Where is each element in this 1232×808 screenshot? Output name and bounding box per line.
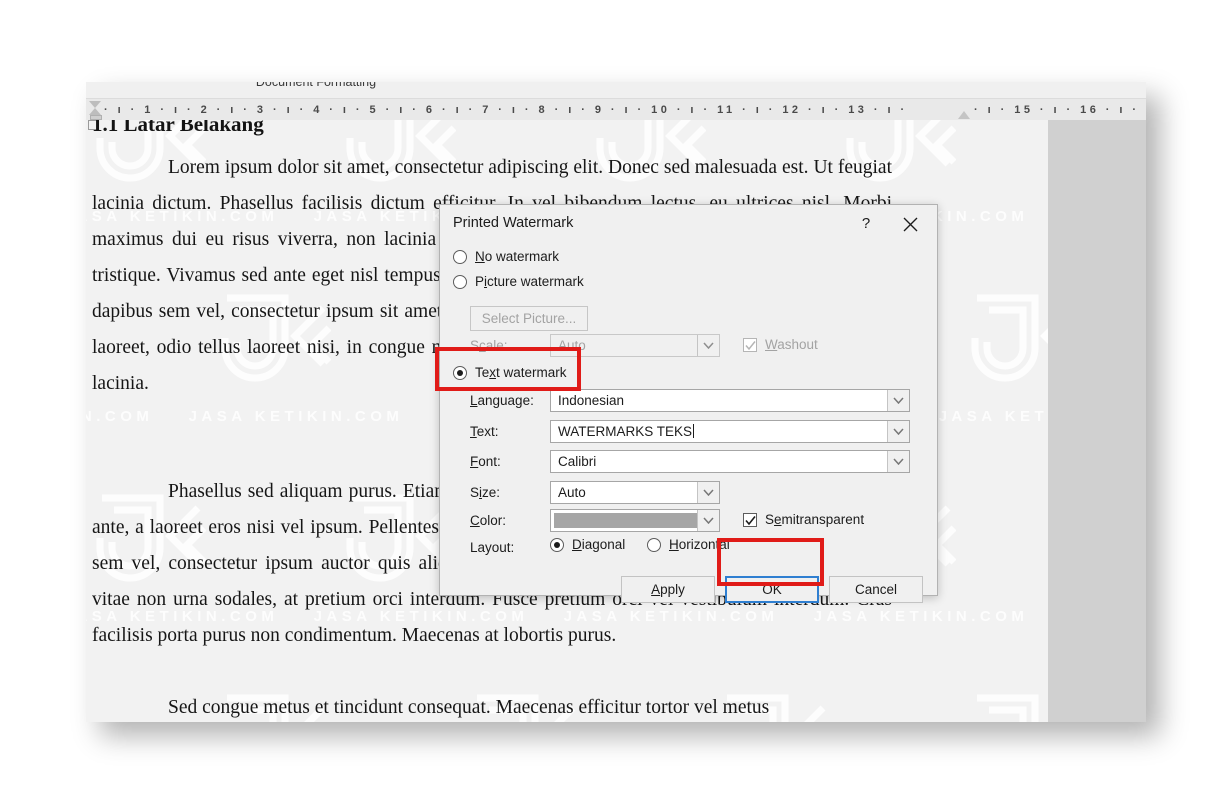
chevron-down-icon[interactable] [697, 482, 719, 503]
radio-horizontal-label: Horizontal [669, 537, 730, 552]
radio-no-watermark-indicator [453, 249, 467, 264]
apply-button[interactable]: Apply [621, 576, 715, 603]
ribbon-group-label: Document Formatting [255, 82, 377, 89]
size-combobox[interactable]: Auto [550, 481, 720, 504]
language-label: Language: [470, 393, 534, 408]
ruler-scale-left: · ı · 1 · ı · 2 · ı · 3 · ı · 4 · ı · 5 … [104, 104, 908, 116]
washout-checkbox[interactable]: Washout [743, 337, 818, 352]
radio-layout-diagonal[interactable]: Diagonal [550, 537, 625, 552]
radio-text-watermark-label: Text watermark [475, 365, 567, 380]
radio-text-watermark-indicator [453, 365, 467, 380]
radio-no-watermark[interactable]: No watermark [453, 249, 559, 264]
language-combobox[interactable]: Indonesian [550, 389, 910, 412]
layout-label: Layout: [470, 540, 515, 555]
semitransparent-checkbox-indicator [743, 512, 757, 527]
color-combobox[interactable] [550, 509, 720, 532]
chevron-down-icon[interactable] [887, 421, 909, 442]
radio-diagonal-label: Diagonal [572, 537, 626, 552]
size-label: Size: [470, 485, 501, 500]
scale-value: Auto [558, 338, 586, 353]
dialog-titlebar[interactable]: Printed Watermark ? [440, 205, 937, 241]
first-line-indent-icon [89, 101, 101, 108]
document-heading: 1.1 Latar Belakang [92, 120, 264, 136]
radio-diagonal-indicator [550, 537, 564, 552]
radio-text-watermark[interactable]: Text watermark [453, 365, 567, 380]
text-label: Text: [470, 424, 499, 439]
chevron-down-icon[interactable] [887, 390, 909, 411]
radio-picture-watermark-label: Picture watermark [475, 274, 584, 289]
text-caret [693, 424, 695, 438]
dialog-body: No watermark Picture watermark Select Pi… [440, 241, 937, 603]
scale-combobox[interactable]: Auto [550, 334, 720, 357]
font-value: Calibri [558, 454, 597, 469]
radio-horizontal-indicator [647, 537, 661, 552]
printed-watermark-dialog: Printed Watermark ? No watermark Picture… [439, 204, 938, 603]
hanging-indent-icon [89, 108, 101, 115]
chevron-down-icon[interactable] [887, 451, 909, 472]
close-icon[interactable] [895, 212, 925, 236]
chevron-down-icon[interactable] [697, 335, 719, 356]
scale-label: Scale: [470, 338, 508, 353]
right-indent-marker[interactable] [958, 111, 970, 119]
select-picture-button[interactable]: Select Picture... [470, 306, 588, 331]
chevron-down-icon[interactable] [697, 510, 719, 531]
language-value: Indonesian [558, 393, 625, 408]
radio-picture-watermark[interactable]: Picture watermark [453, 274, 584, 289]
color-label: Color: [470, 513, 507, 528]
cancel-button[interactable]: Cancel [829, 576, 923, 603]
screenshot-frame: Document Formatting · ı · 1 · ı · 2 · ı … [86, 82, 1146, 722]
washout-label: Washout [765, 337, 818, 352]
dialog-title: Printed Watermark [453, 215, 574, 231]
washout-checkbox-indicator [743, 337, 757, 352]
radio-layout-horizontal[interactable]: Horizontal [647, 537, 730, 552]
size-value: Auto [558, 485, 586, 500]
semitransparent-label: Semitransparent [765, 512, 865, 527]
help-button[interactable]: ? [852, 212, 880, 236]
watermark-text-input[interactable]: WATERMARKS TEKS [551, 424, 887, 439]
horizontal-ruler[interactable]: · ı · 1 · ı · 2 · ı · 3 · ı · 4 · ı · 5 … [86, 98, 1146, 121]
radio-picture-watermark-indicator [453, 274, 467, 289]
color-swatch [554, 513, 697, 528]
left-indent-marker[interactable] [89, 101, 102, 120]
ruler-scale-right: · ı · 15 · ı · 16 · ı · [974, 104, 1140, 116]
text-combobox[interactable]: WATERMARKS TEKS [550, 420, 910, 443]
semitransparent-checkbox[interactable]: Semitransparent [743, 512, 864, 527]
document-paragraph-3: Sed congue metus et tincidunt consequat.… [168, 697, 770, 718]
font-label: Font: [470, 454, 501, 469]
radio-no-watermark-label: No watermark [475, 249, 560, 264]
font-combobox[interactable]: Calibri [550, 450, 910, 473]
ok-button[interactable]: OK [725, 576, 819, 603]
ribbon-strip: Document Formatting [86, 82, 1146, 98]
